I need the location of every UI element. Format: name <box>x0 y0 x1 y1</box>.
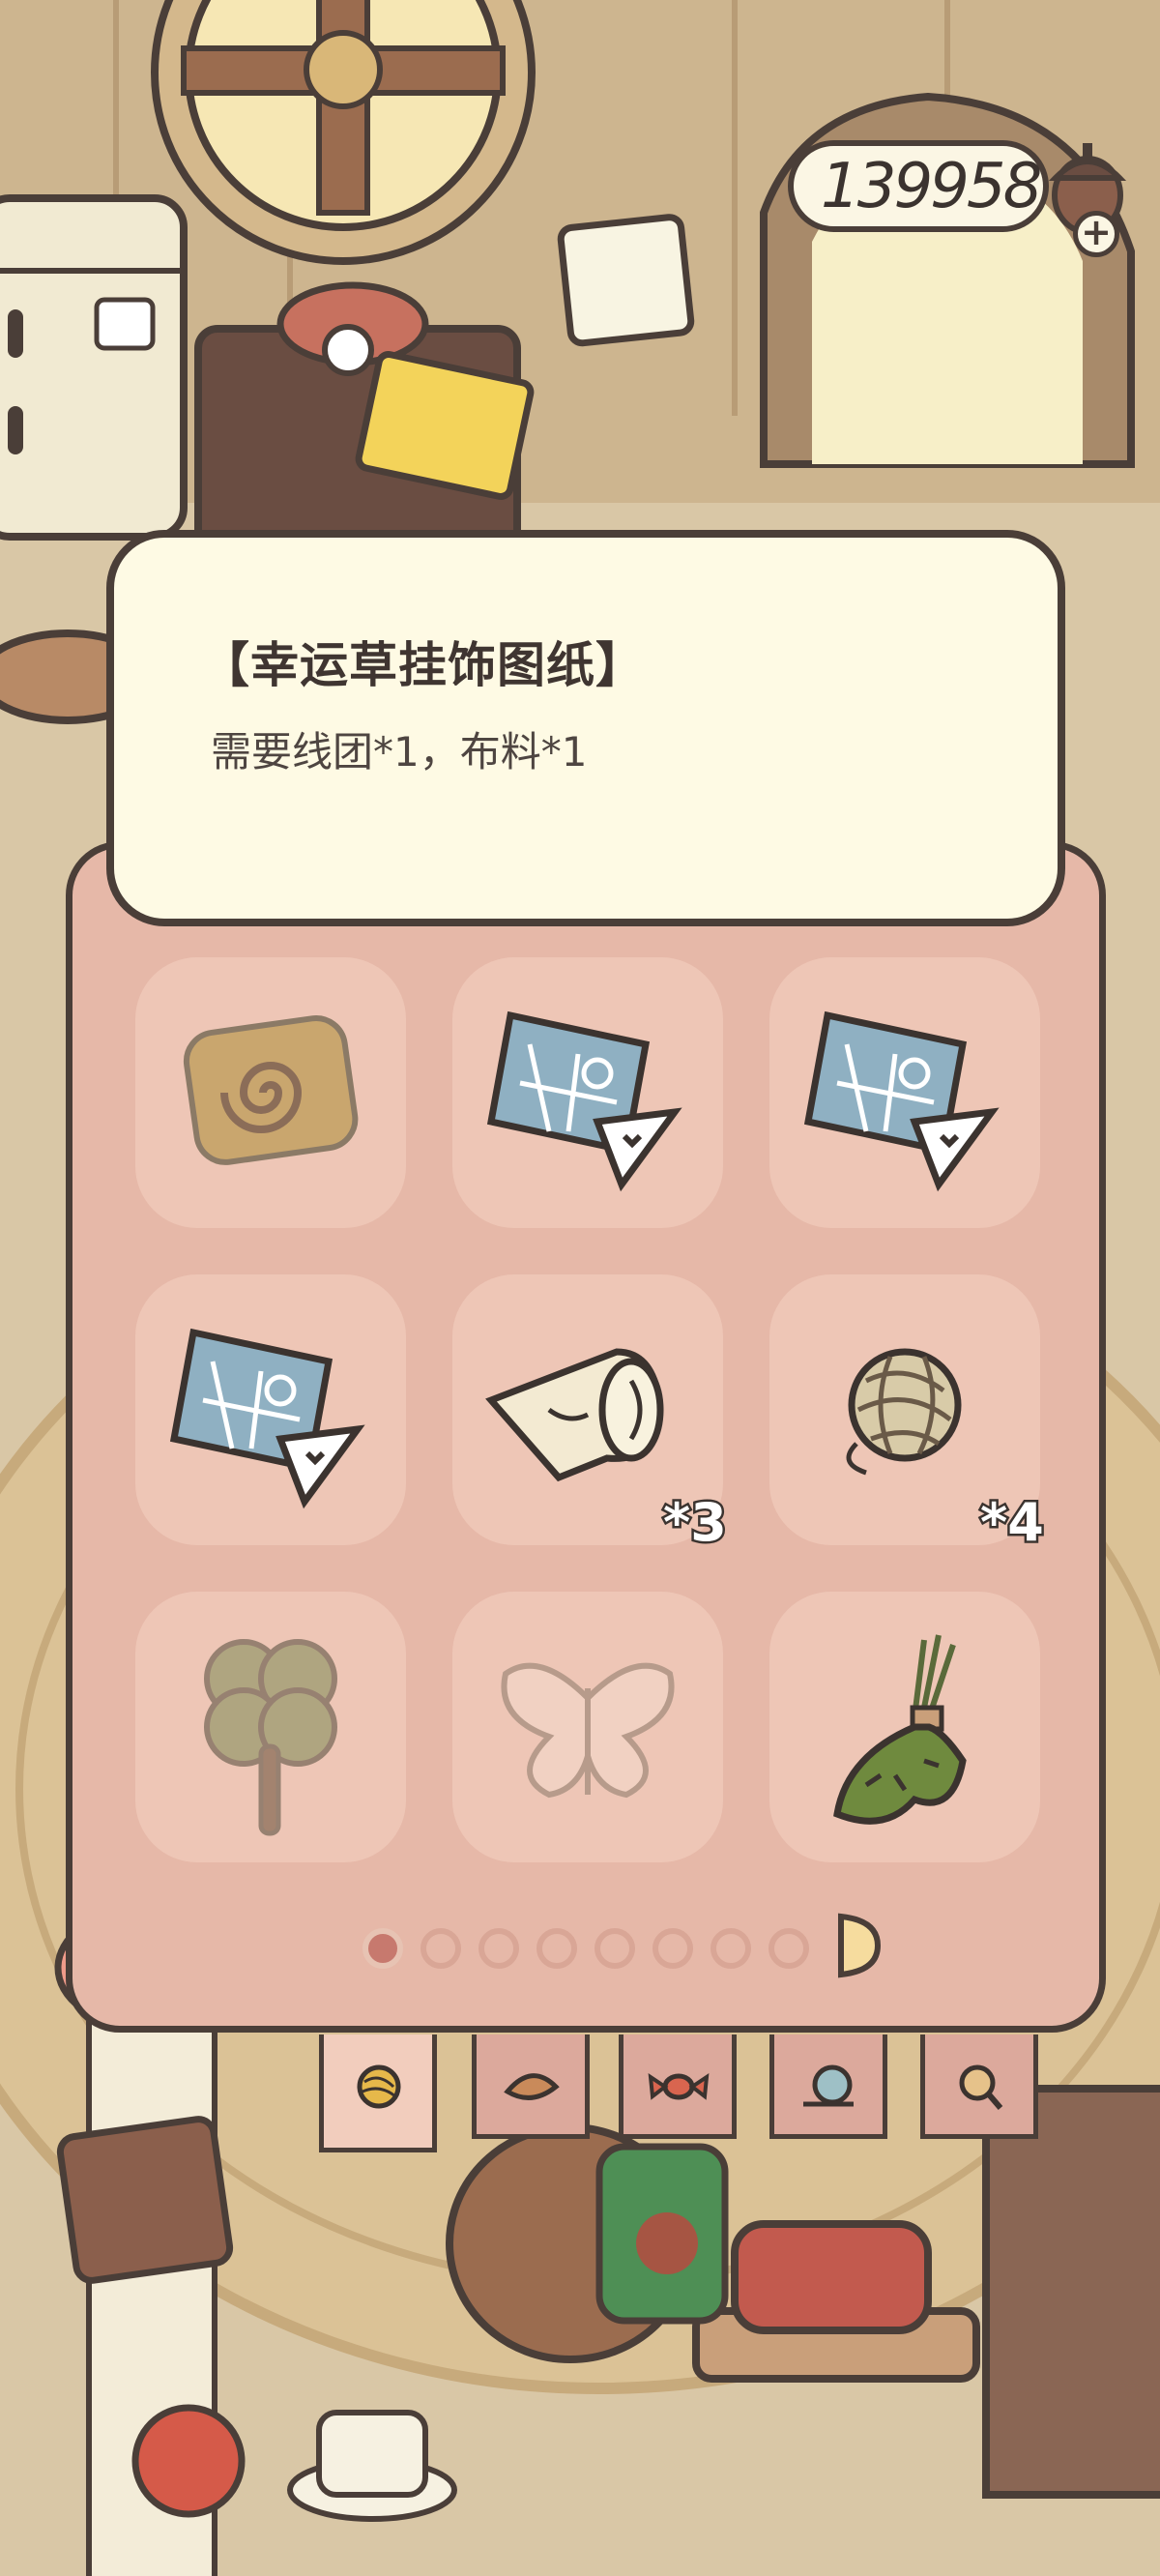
butterfly-outline-icon <box>501 1662 675 1799</box>
inventory-slot-8[interactable] <box>452 1592 723 1862</box>
yarn-tab-icon <box>357 2064 401 2109</box>
inventory-slot-1[interactable] <box>135 957 406 1228</box>
tooltip-title: 【幸运草挂饰图纸】 <box>201 637 645 693</box>
inventory-slot-6[interactable]: *4 <box>769 1274 1046 1556</box>
blueprint-icon <box>803 1010 1000 1192</box>
clover-charm-icon <box>204 1639 337 1836</box>
leaf-tab-icon <box>504 2073 560 2100</box>
page-dot-5[interactable] <box>594 1928 635 1969</box>
tab-search[interactable] <box>920 2034 1038 2139</box>
tab-yarn[interactable] <box>319 2034 437 2152</box>
currency-display: 139958 <box>788 140 1049 232</box>
page-dot-3[interactable] <box>478 1928 519 1969</box>
search-tab-icon <box>959 2064 1003 2110</box>
tooltip-description: 需要线团*1，布料*1 <box>211 728 588 776</box>
inventory-slot-9[interactable] <box>769 1592 1040 1862</box>
swirl-cookie-icon <box>183 1015 359 1165</box>
inventory-slot-2[interactable] <box>452 957 723 1228</box>
page-dot-6[interactable] <box>652 1928 693 1969</box>
fridge <box>0 194 188 541</box>
currency-amount: 139958 <box>821 150 1042 222</box>
page-dot-4[interactable] <box>536 1928 577 1969</box>
inventory-slot-7[interactable] <box>135 1592 406 1862</box>
blueprint-icon <box>486 1010 682 1192</box>
inventory-slot-3[interactable] <box>769 957 1040 1228</box>
item-quantity: *4 <box>978 1490 1047 1556</box>
item-quantity: *3 <box>661 1490 730 1556</box>
blueprint-icon <box>169 1328 365 1509</box>
add-currency-button[interactable]: + <box>1073 211 1119 257</box>
item-tooltip: 【幸运草挂饰图纸】 需要线团*1，布料*1 <box>106 530 1065 926</box>
page-dot-8[interactable] <box>768 1928 809 1969</box>
page-dot-2[interactable] <box>420 1928 461 1969</box>
inventory-slot-5[interactable]: *3 <box>452 1274 729 1556</box>
next-page-arrow-icon[interactable] <box>833 1911 882 1980</box>
herb-bundle-icon <box>833 1634 967 1825</box>
snail-tab-icon <box>803 2064 854 2107</box>
inventory-slot-4[interactable] <box>135 1274 406 1545</box>
tab-snail[interactable] <box>769 2034 887 2139</box>
tab-leaf[interactable] <box>472 2034 590 2139</box>
candy-tab-icon <box>648 2072 710 2100</box>
page-dot-7[interactable] <box>710 1928 751 1969</box>
tab-candy[interactable] <box>619 2034 737 2139</box>
page-dot-1[interactable] <box>362 1928 403 1969</box>
